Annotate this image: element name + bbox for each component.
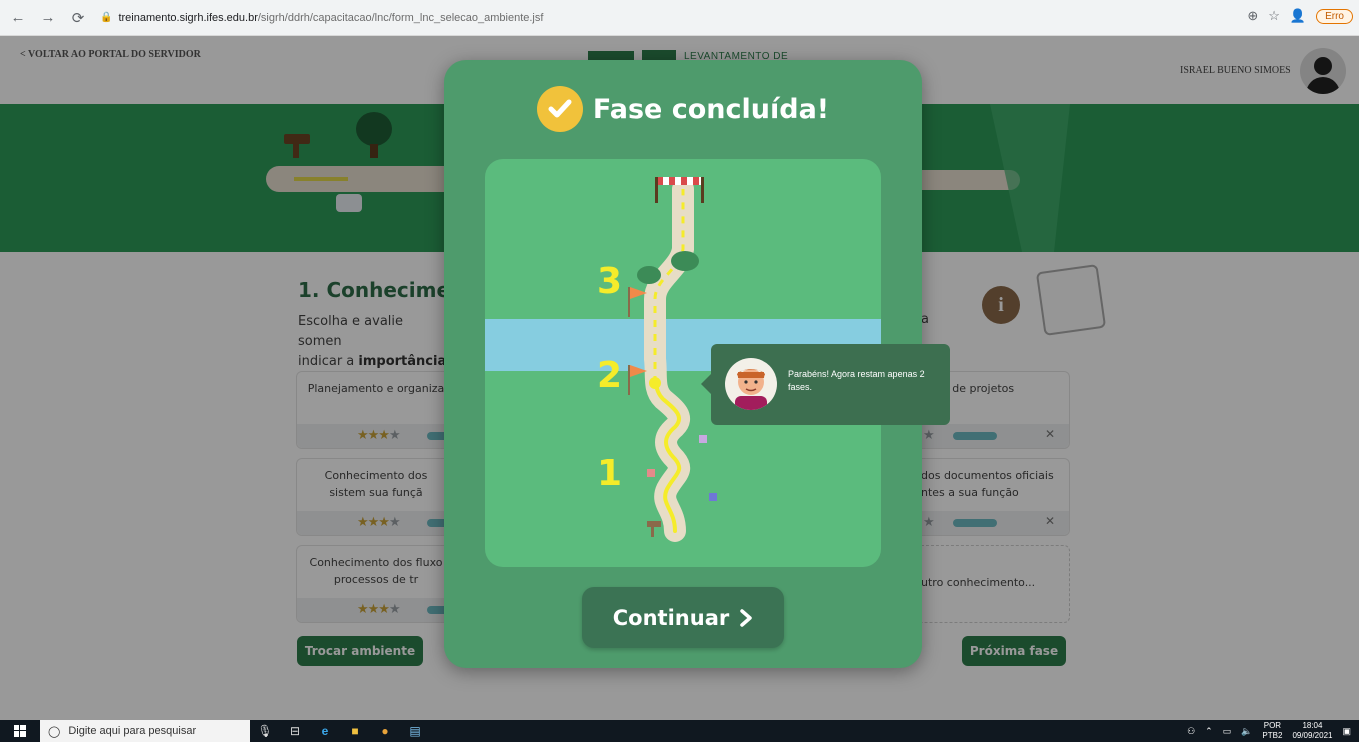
chevron-up-icon[interactable]: ⌃ [1205, 726, 1213, 737]
chrome-icon[interactable]: ● [370, 720, 400, 742]
windows-start-icon[interactable] [0, 720, 40, 742]
language-indicator[interactable]: POR PTB2 [1262, 721, 1282, 741]
check-icon [536, 86, 583, 132]
clock[interactable]: 18:04 09/09/2021 [1292, 721, 1332, 741]
book-icon [709, 493, 717, 501]
notifications-icon[interactable]: ▣ [1342, 726, 1351, 737]
url-path: /sigrh/ddrh/capacitacao/lnc/form_lnc_sel… [257, 11, 544, 24]
notepad-icon[interactable]: ▤ [400, 720, 430, 742]
edge-icon[interactable]: e [310, 720, 340, 742]
phase-number-1: 1 [597, 453, 622, 494]
continue-label: Continuar [612, 605, 730, 630]
lock-icon: 🔒 [100, 12, 113, 23]
taskbar-search-input[interactable]: ◯ Digite aqui para pesquisar [40, 720, 250, 742]
current-position-marker [649, 377, 661, 389]
search-circle-icon: ◯ [48, 725, 61, 738]
system-tray: ⚇ ⌃ ▭ 🔈 POR PTB2 18:04 09/09/2021 ▣ [1187, 720, 1351, 742]
progress-tooltip: Parabéns! Agora restam apenas 2 fases. [701, 344, 950, 425]
error-button[interactable]: Erro [1316, 8, 1353, 24]
book-icon [647, 469, 655, 477]
network-icon[interactable]: ▭ [1223, 726, 1232, 737]
forward-arrow-icon[interactable]: → [36, 9, 60, 26]
bush-icon [671, 251, 699, 271]
address-bar[interactable]: 🔒 treinamento.sigrh.ifes.edu.br /sigrh/d… [100, 12, 543, 24]
windows-taskbar: ◯ Digite aqui para pesquisar 🎙 ⊟ e ■ ● ▤… [0, 720, 1359, 742]
people-icon[interactable]: ⚇ [1187, 726, 1195, 737]
continue-button[interactable]: Continuar [582, 587, 784, 648]
star-icon[interactable]: ☆ [1268, 8, 1280, 24]
file-explorer-icon[interactable]: ■ [340, 720, 370, 742]
modal-title: Fase concluída! [592, 93, 830, 125]
microphone-icon[interactable]: 🎙 [250, 720, 280, 742]
reload-icon[interactable]: ⟳ [66, 9, 90, 27]
tooltip-message: Parabéns! Agora restam apenas 2 fases. [788, 369, 925, 392]
task-view-icon[interactable]: ⊟ [280, 720, 310, 742]
url-host: treinamento.sigrh.ifes.edu.br [118, 11, 258, 24]
browser-actions: ⊕ ☆ 👤 Erro [1247, 8, 1353, 24]
zoom-icon[interactable]: ⊕ [1247, 8, 1258, 24]
bush-icon [637, 266, 661, 284]
phase-number-2: 2 [597, 355, 622, 396]
guide-avatar [725, 358, 777, 410]
modal-header: Fase concluída! [444, 86, 922, 132]
phase-number-3: 3 [597, 261, 622, 302]
browser-toolbar: ← → ⟳ 🔒 treinamento.sigrh.ifes.edu.br /s… [0, 0, 1359, 36]
volume-icon[interactable]: 🔈 [1241, 726, 1252, 737]
book-icon [699, 435, 707, 443]
profile-icon[interactable]: 👤 [1290, 8, 1306, 24]
back-arrow-icon[interactable]: ← [6, 9, 30, 26]
chevron-right-icon [740, 608, 752, 627]
